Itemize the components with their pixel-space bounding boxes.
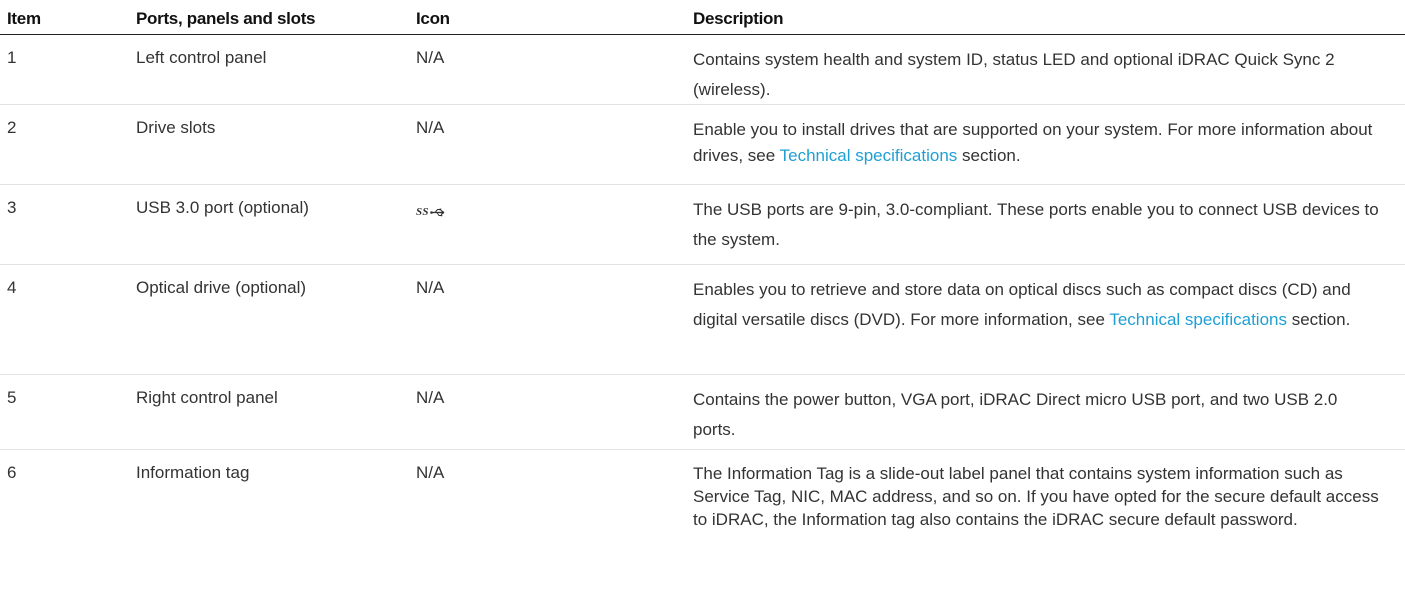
row-description: Contains the power button, VGA port, iDR… <box>693 390 1338 439</box>
row-description: The USB ports are 9-pin, 3.0-compliant. … <box>693 200 1379 249</box>
row-icon: N/A <box>416 48 445 67</box>
row-description: The Information Tag is a slide-out label… <box>693 464 1379 529</box>
row-name: Right control panel <box>136 388 278 407</box>
row-item-number: 6 <box>7 463 17 482</box>
header-item: Item <box>7 9 41 28</box>
row-icon: SS <box>416 197 686 225</box>
row-name: USB 3.0 port (optional) <box>136 198 309 217</box>
row-icon: N/A <box>416 463 445 482</box>
row-item-number: 4 <box>7 278 17 297</box>
table-row: 6 Information tag N/A The Information Ta… <box>0 450 1405 600</box>
usb-superspeed-icon: SS <box>416 206 446 218</box>
usb-trident-icon <box>430 208 445 217</box>
row-name: Left control panel <box>136 48 267 67</box>
technical-specifications-link[interactable]: Technical specifications <box>1109 310 1287 329</box>
row-item-number: 3 <box>7 198 17 217</box>
row-name: Optical drive (optional) <box>136 278 307 297</box>
row-description: Contains system health and system ID, st… <box>693 50 1335 99</box>
row-name: Information tag <box>136 463 250 482</box>
row-item-number: 2 <box>7 118 17 137</box>
table-row: 3 USB 3.0 port (optional) SS The USB por… <box>0 185 1405 265</box>
table-row: 4 Optical drive (optional) N/A Enables y… <box>0 265 1405 375</box>
table-header: Item Ports, panels and slots Icon Descri… <box>0 0 1405 35</box>
header-description: Description <box>693 9 784 28</box>
header-icon: Icon <box>416 9 450 28</box>
row-item-number: 5 <box>7 388 17 407</box>
table-row: 1 Left control panel N/A Contains system… <box>0 35 1405 105</box>
row-icon: N/A <box>416 118 445 137</box>
row-name: Drive slots <box>136 118 216 137</box>
row-description: Enable you to install drives that are su… <box>693 117 1383 169</box>
description-text: section. <box>957 146 1021 165</box>
header-ports: Ports, panels and slots <box>136 9 316 28</box>
row-icon: N/A <box>416 388 445 407</box>
row-icon: N/A <box>416 278 445 297</box>
table-row: 5 Right control panel N/A Contains the p… <box>0 375 1405 450</box>
table-row: 2 Drive slots N/A Enable you to install … <box>0 105 1405 185</box>
usb-icon-text: SS <box>416 206 429 218</box>
row-description: Enables you to retrieve and store data o… <box>693 275 1383 335</box>
description-text: section. <box>1286 310 1351 329</box>
row-item-number: 1 <box>7 48 17 67</box>
technical-specifications-link[interactable]: Technical specifications <box>780 146 958 165</box>
